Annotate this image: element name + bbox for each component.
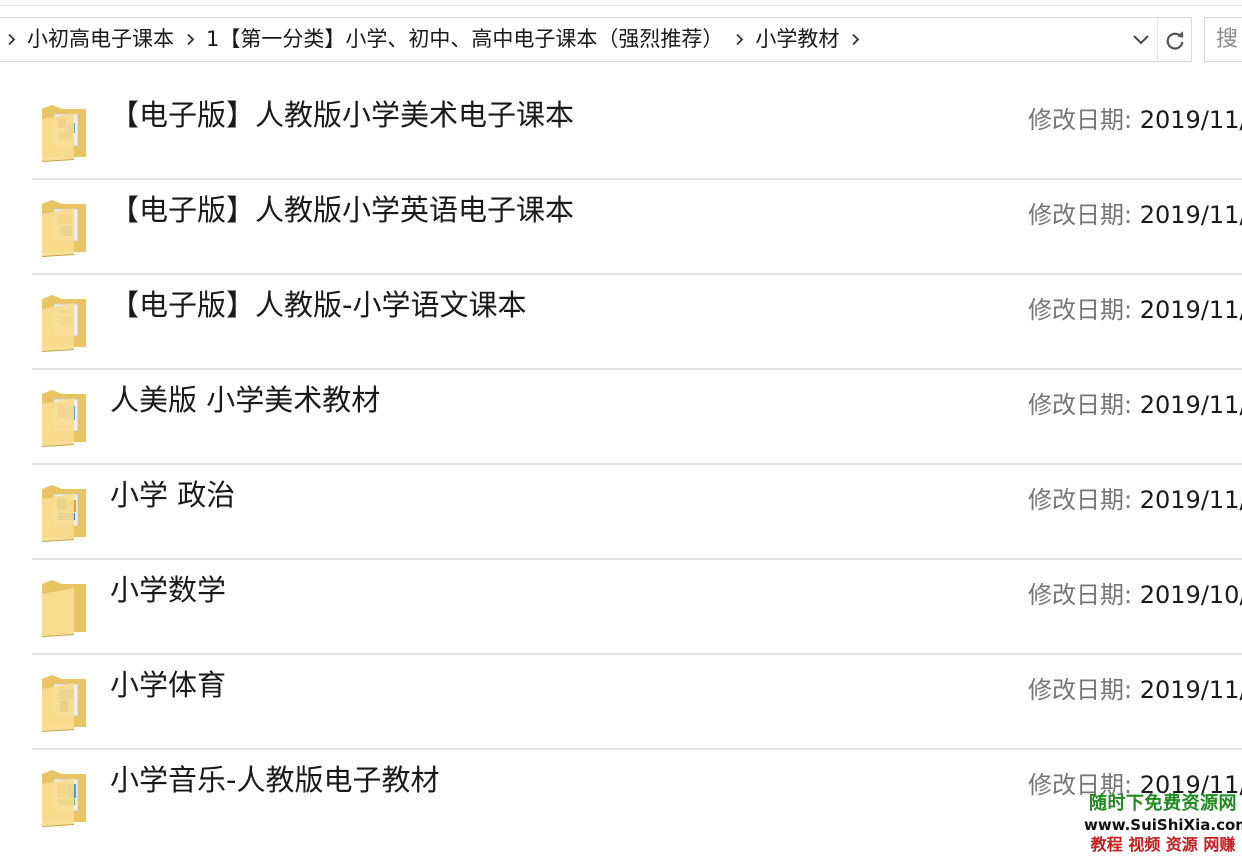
breadcrumb: 小初高电子课本 1【第一分类】小学、初中、高中电子课本（强烈推荐） 小学教材 (0, 18, 867, 61)
folder-icon (42, 390, 86, 447)
list-item[interactable]: 小学数学 修改日期: 2019/10/ (0, 560, 1242, 655)
folder-name[interactable]: 人美版 小学美术教材 (110, 382, 380, 418)
list-item[interactable]: 小学体育 修改日期: 2019/11/ (0, 655, 1242, 750)
breadcrumb-item[interactable]: 1【第一分类】小学、初中、高中电子课本（强烈推荐） (202, 18, 727, 61)
modified-date: 修改日期: 2019/11/ (1028, 105, 1242, 135)
list-item[interactable]: 【电子版】人教版小学美术电子课本 修改日期: 2019/11/ (0, 85, 1242, 180)
search-input[interactable]: 搜 (1204, 17, 1242, 62)
search-placeholder: 搜 (1216, 27, 1239, 52)
list-item[interactable]: 小学音乐-人教版电子教材 修改日期: 2019/11/ (0, 750, 1242, 845)
modified-date-label: 修改日期: (1028, 106, 1133, 134)
watermark: 随时下免费资源网 www.SuiShiXia.com 教程 视频 资源 网赚 (1084, 793, 1242, 857)
list-item[interactable]: 小学 政治 修改日期: 2019/11/ (0, 465, 1242, 560)
folder-name[interactable]: 小学数学 (110, 572, 226, 608)
modified-date-value: 2019/10/ (1139, 581, 1242, 609)
modified-date-label: 修改日期: (1028, 391, 1133, 419)
chevron-right-icon[interactable] (727, 18, 751, 61)
refresh-button[interactable] (1157, 18, 1191, 61)
modified-date: 修改日期: 2019/11/ (1028, 390, 1242, 420)
modified-date-value: 2019/11/ (1139, 296, 1242, 324)
breadcrumb-item[interactable]: 小学教材 (751, 18, 843, 61)
folder-name[interactable]: 小学体育 (110, 667, 226, 703)
folder-icon (42, 105, 86, 162)
chevron-right-icon[interactable] (843, 18, 867, 61)
folder-name[interactable]: 小学音乐-人教版电子教材 (110, 762, 439, 798)
address-bar[interactable]: 小初高电子课本 1【第一分类】小学、初中、高中电子课本（强烈推荐） 小学教材 (0, 17, 1192, 62)
modified-date-value: 2019/11/ (1139, 486, 1242, 514)
modified-date-label: 修改日期: (1028, 581, 1133, 609)
chevron-right-icon[interactable] (0, 18, 23, 61)
folder-icon (42, 200, 86, 257)
chevron-down-icon (1133, 35, 1149, 45)
modified-date-value: 2019/11/ (1139, 391, 1242, 419)
folder-icon (42, 770, 86, 827)
folder-icon (42, 485, 86, 542)
file-list: 【电子版】人教版小学美术电子课本 修改日期: 2019/11/ 【电子版】人教版… (0, 85, 1242, 845)
refresh-icon (1166, 30, 1183, 50)
breadcrumb-item[interactable]: 小初高电子课本 (23, 18, 178, 61)
modified-date-label: 修改日期: (1028, 296, 1133, 324)
folder-name[interactable]: 【电子版】人教版小学美术电子课本 (110, 97, 574, 133)
modified-date-label: 修改日期: (1028, 486, 1133, 514)
watermark-tagline: 教程 视频 资源 网赚 (1090, 835, 1236, 854)
modified-date-value: 2019/11/ (1139, 106, 1242, 134)
folder-name[interactable]: 【电子版】人教版-小学语文课本 (110, 287, 526, 323)
list-item[interactable]: 人美版 小学美术教材 修改日期: 2019/11/ (0, 370, 1242, 465)
list-item[interactable]: 【电子版】人教版小学英语电子课本 修改日期: 2019/11/ (0, 180, 1242, 275)
modified-date-value: 2019/11/ (1139, 201, 1242, 229)
chevron-right-icon[interactable] (178, 18, 202, 61)
toolbar-divider (0, 5, 1242, 6)
modified-date-label: 修改日期: (1028, 201, 1133, 229)
modified-date: 修改日期: 2019/11/ (1028, 200, 1242, 230)
modified-date: 修改日期: 2019/11/ (1028, 485, 1242, 515)
watermark-url: www.SuiShiXia.com (1084, 816, 1242, 834)
modified-date: 修改日期: 2019/11/ (1028, 295, 1242, 325)
modified-date: 修改日期: 2019/11/ (1028, 675, 1242, 705)
watermark-title: 随时下免费资源网 (1089, 793, 1237, 814)
address-history-button[interactable] (1125, 18, 1157, 61)
folder-name[interactable]: 【电子版】人教版小学英语电子课本 (110, 192, 574, 228)
folder-icon (42, 580, 86, 637)
file-explorer-window: 小初高电子课本 1【第一分类】小学、初中、高中电子课本（强烈推荐） 小学教材 搜 (0, 0, 1242, 857)
modified-date: 修改日期: 2019/10/ (1028, 580, 1242, 610)
modified-date-value: 2019/11/ (1139, 676, 1242, 704)
modified-date-label: 修改日期: (1028, 676, 1133, 704)
folder-name[interactable]: 小学 政治 (110, 477, 235, 513)
list-item[interactable]: 【电子版】人教版-小学语文课本 修改日期: 2019/11/ (0, 275, 1242, 370)
folder-icon (42, 295, 86, 352)
folder-icon (42, 675, 86, 732)
